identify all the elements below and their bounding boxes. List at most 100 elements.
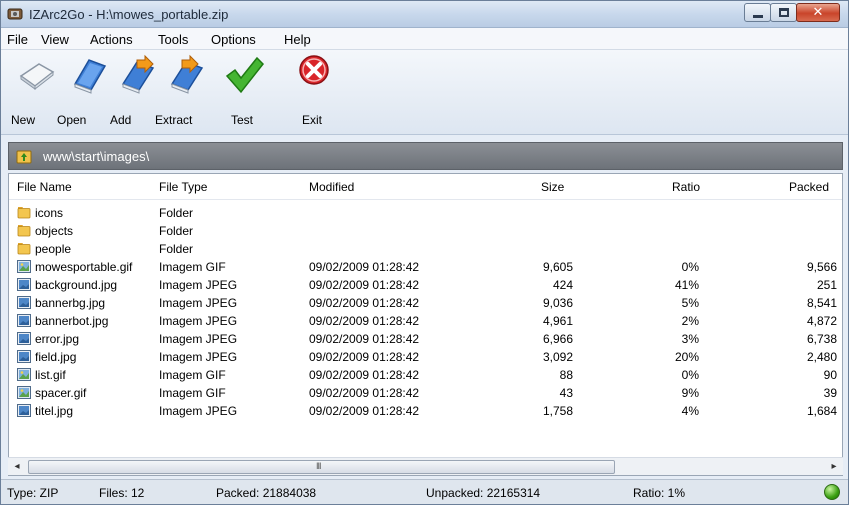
cell-packed: 9,566 <box>806 260 837 274</box>
gif-image-icon <box>17 260 31 273</box>
status-packed: Packed: 21884038 <box>216 486 317 500</box>
status-files: Files: 12 <box>99 486 145 500</box>
exit-icon <box>299 55 329 85</box>
path-bar[interactable]: www\start\images\ <box>8 142 843 170</box>
jpeg-image-icon <box>17 278 31 291</box>
cell-file-name: background.jpg <box>35 278 118 292</box>
new-button[interactable] <box>17 54 57 98</box>
column-header-size[interactable]: Size <box>541 180 564 194</box>
table-row[interactable]: objects Folder <box>9 222 842 240</box>
window-controls: ✕ <box>744 3 840 23</box>
jpeg-image-icon <box>17 314 31 327</box>
cell-ratio: 20% <box>674 350 699 364</box>
column-header-packed[interactable]: Packed <box>789 180 829 194</box>
title-bar[interactable]: IZArc2Go - H:\mowes_portable.zip ✕ <box>1 1 848 28</box>
extract-label: Extract <box>155 113 193 127</box>
column-header-file-type[interactable]: File Type <box>159 180 207 194</box>
table-row[interactable]: error.jpg Imagem JPEG 09/02/2009 01:28:42 6… <box>9 330 842 348</box>
close-icon: ✕ <box>812 5 824 20</box>
up-folder-icon[interactable] <box>16 148 32 164</box>
cell-file-type: Imagem JPEG <box>159 350 238 364</box>
status-indicator-icon <box>824 484 840 500</box>
add-label: Add <box>110 113 132 127</box>
cell-file-type: Imagem GIF <box>159 368 226 382</box>
add-archive-icon <box>121 54 155 94</box>
maximize-button[interactable] <box>770 3 797 22</box>
cell-file-name: bannerbot.jpg <box>35 314 109 328</box>
scrollbar-grip: III <box>316 461 321 471</box>
cell-packed: 8,541 <box>806 296 837 310</box>
add-button[interactable] <box>117 54 157 98</box>
open-button[interactable] <box>69 54 109 98</box>
cell-file-name: field.jpg <box>35 350 77 364</box>
scrollbar-thumb[interactable]: III <box>28 460 615 474</box>
cell-file-name: spacer.gif <box>35 386 87 400</box>
column-header-file-name[interactable]: File Name <box>17 180 72 194</box>
extract-button[interactable] <box>166 54 206 98</box>
status-bar: Type: ZIP Files: 12 Packed: 21884038 Unp… <box>1 479 848 504</box>
cell-size: 9,036 <box>542 296 573 310</box>
scroll-left-arrow-icon[interactable]: ◂ <box>10 460 24 473</box>
scroll-right-arrow-icon[interactable]: ▸ <box>827 460 841 473</box>
izarc-window: IZArc2Go - H:\mowes_portable.zip ✕ File … <box>0 0 849 505</box>
table-row[interactable]: field.jpg Imagem JPEG 09/02/2009 01:28:42 3… <box>9 348 842 366</box>
menu-options[interactable]: Options <box>211 32 256 47</box>
cell-packed: 39 <box>823 386 837 400</box>
cell-file-name: bannerbg.jpg <box>35 296 106 310</box>
cell-size: 3,092 <box>542 350 573 364</box>
menu-help[interactable]: Help <box>284 32 311 47</box>
cell-ratio: 0% <box>681 260 699 274</box>
table-row[interactable]: bannerbg.jpg Imagem JPEG 09/02/2009 01:28:… <box>9 294 842 312</box>
cell-size: 4,961 <box>542 314 573 328</box>
menu-bar: File View Actions Tools Options Help <box>1 28 848 50</box>
maximize-icon <box>779 8 789 17</box>
cell-size: 88 <box>559 368 573 382</box>
file-rows: icons Folder objects Folder people Folder mowe… <box>9 204 842 420</box>
table-row[interactable]: titel.jpg Imagem JPEG 09/02/2009 01:28:42 1… <box>9 402 842 420</box>
table-row[interactable]: people Folder <box>9 240 842 258</box>
test-button[interactable] <box>223 54 265 98</box>
column-header-ratio[interactable]: Ratio <box>672 180 700 194</box>
window-title: IZArc2Go - H:\mowes_portable.zip <box>29 7 229 22</box>
cell-ratio: 9% <box>681 386 699 400</box>
cell-size: 43 <box>559 386 573 400</box>
list-header: File Name File Type Modified Size Ratio … <box>9 174 842 200</box>
cell-packed: 1,684 <box>806 404 837 418</box>
minimize-button[interactable] <box>744 3 771 22</box>
gif-image-icon <box>17 386 31 399</box>
jpeg-image-icon <box>17 296 31 309</box>
folder-icon <box>17 242 31 255</box>
cell-modified: 09/02/2009 01:28:42 <box>309 386 420 400</box>
cell-modified: 09/02/2009 01:28:42 <box>309 296 420 310</box>
cell-file-type: Imagem GIF <box>159 386 226 400</box>
cell-ratio: 0% <box>681 368 699 382</box>
table-row[interactable]: bannerbot.jpg Imagem JPEG 09/02/2009 01:28… <box>9 312 842 330</box>
file-list: File Name File Type Modified Size Ratio … <box>8 173 843 476</box>
toolbar: New Open Add Extract Test Exit <box>1 50 848 135</box>
cell-size: 6,966 <box>542 332 573 346</box>
table-row[interactable]: background.jpg Imagem JPEG 09/02/2009 01:2… <box>9 276 842 294</box>
cell-ratio: 4% <box>681 404 699 418</box>
cell-size: 1,758 <box>542 404 573 418</box>
cell-file-name: error.jpg <box>35 332 80 346</box>
table-row[interactable]: list.gif Imagem GIF 09/02/2009 01:28:42 88 0… <box>9 366 842 384</box>
close-button[interactable]: ✕ <box>796 3 840 22</box>
menu-tools[interactable]: Tools <box>158 32 188 47</box>
horizontal-scrollbar[interactable]: ◂ III ▸ <box>8 457 843 475</box>
exit-button[interactable] <box>296 54 332 98</box>
status-unpacked: Unpacked: 22165314 <box>426 486 541 500</box>
menu-actions[interactable]: Actions <box>90 32 133 47</box>
table-row[interactable]: spacer.gif Imagem GIF 09/02/2009 01:28:42 4… <box>9 384 842 402</box>
cell-modified: 09/02/2009 01:28:42 <box>309 404 420 418</box>
table-row[interactable]: mowesportable.gif Imagem GIF 09/02/2009 01… <box>9 258 842 276</box>
izarc-app-icon <box>7 8 23 20</box>
table-row[interactable]: icons Folder <box>9 204 842 222</box>
extract-archive-icon <box>170 54 204 94</box>
column-header-modified[interactable]: Modified <box>309 180 354 194</box>
menu-view[interactable]: View <box>41 32 69 47</box>
menu-file[interactable]: File <box>7 32 28 47</box>
cell-ratio: 2% <box>681 314 699 328</box>
cell-modified: 09/02/2009 01:28:42 <box>309 314 420 328</box>
cell-file-name: titel.jpg <box>35 404 74 418</box>
open-book-icon <box>73 59 107 94</box>
